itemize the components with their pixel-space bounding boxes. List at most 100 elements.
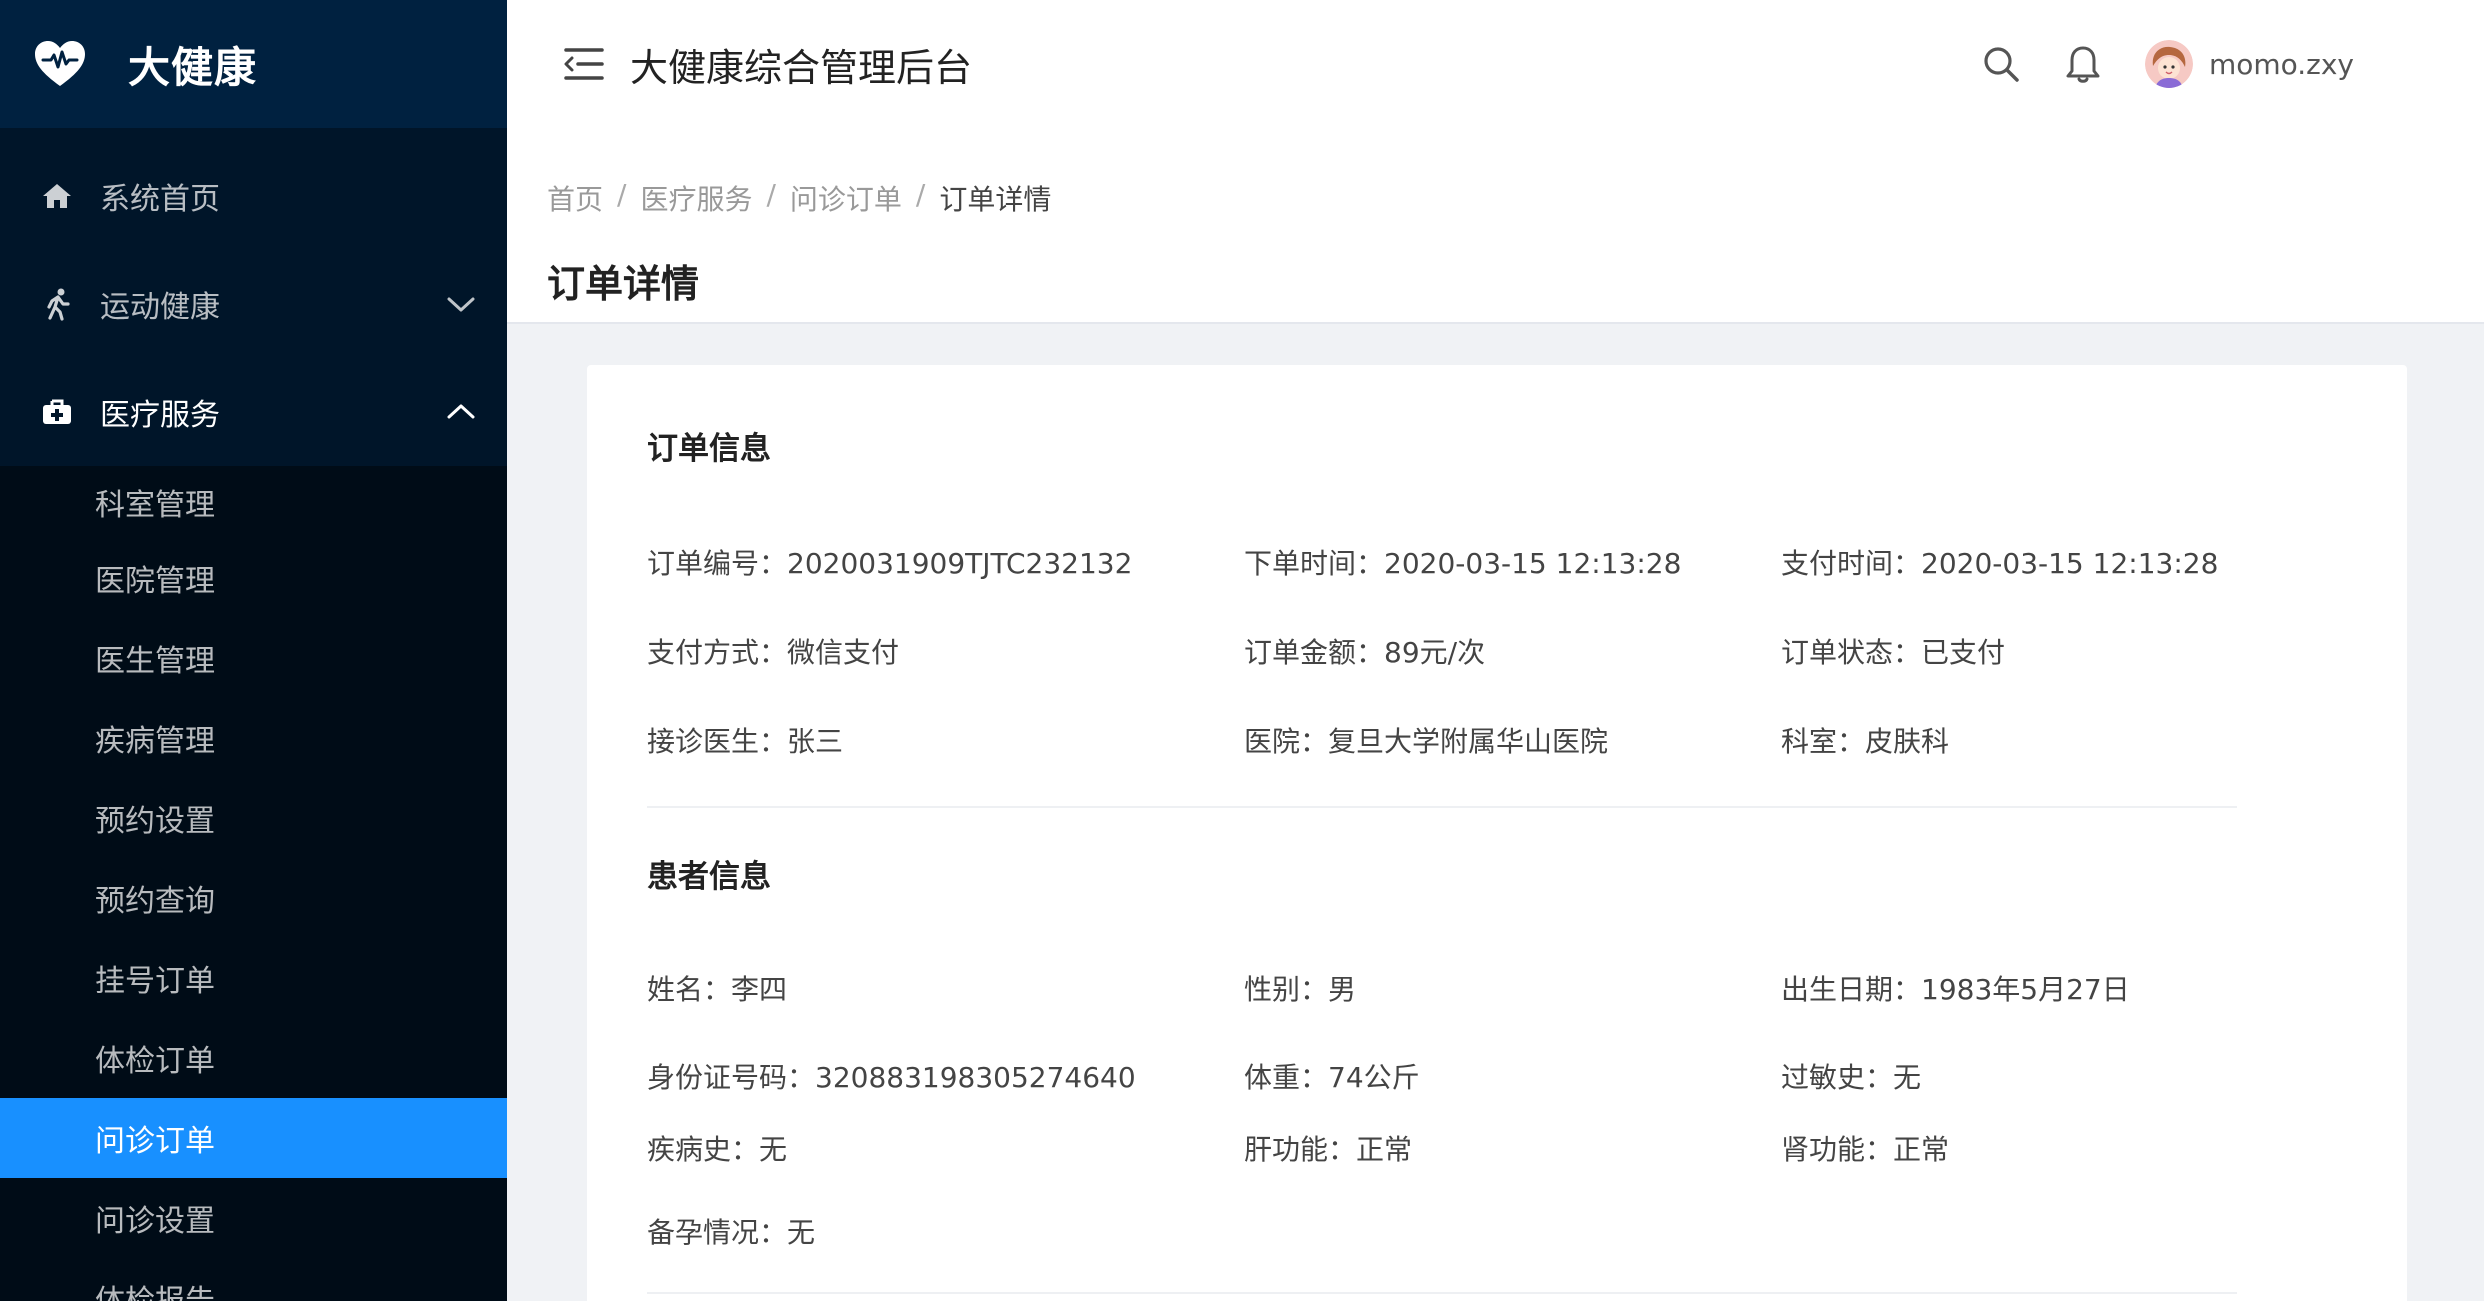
- sidebar-item-home[interactable]: 系统首页: [0, 142, 507, 250]
- medical-kit-icon: [43, 399, 71, 424]
- id-number-field: 身份证号码：320883198305274640: [647, 1056, 1136, 1096]
- breadcrumb-separator: /: [766, 178, 776, 211]
- sidebar-subitem-label: 医生管理: [95, 644, 215, 679]
- sidebar-subitem-label: 疾病管理: [95, 724, 215, 759]
- header-actions: momo.zxy: [1981, 0, 2484, 128]
- sidebar-item-sports-health[interactable]: 运动健康: [0, 250, 507, 358]
- order-amount-field: 订单金额：89元/次: [1244, 631, 1485, 671]
- order-detail-card: 订单信息 订单编号：2020031909TJTC232132 下单时间：2020…: [587, 365, 2407, 1301]
- sidebar-subitem-hospital[interactable]: 医院管理: [0, 538, 507, 618]
- field-label: 肝功能：: [1244, 1133, 1357, 1166]
- order-time-field: 下单时间：2020-03-15 12:13:28: [1244, 542, 1681, 582]
- sidebar-subitem-label: 医院管理: [95, 564, 215, 599]
- sidebar-item-medical-service[interactable]: 医疗服务: [0, 358, 507, 466]
- field-value: 89元/次: [1384, 636, 1486, 669]
- order-status-field: 订单状态：已支付: [1781, 631, 2005, 671]
- sidebar-item-label: 系统首页: [100, 182, 220, 217]
- section-divider: [647, 806, 2237, 808]
- sidebar-subitem-appointment-settings[interactable]: 预约设置: [0, 778, 507, 858]
- pregnancy-prep-field: 备孕情况：无: [647, 1211, 815, 1251]
- field-value: 男: [1328, 973, 1357, 1006]
- sidebar-subitem-label: 科室管理: [95, 488, 215, 523]
- avatar-image: [2144, 40, 2193, 88]
- sidebar-subitem-disease[interactable]: 疾病管理: [0, 698, 507, 778]
- brand[interactable]: 大健康: [0, 0, 507, 128]
- field-value: 无: [787, 1216, 816, 1249]
- home-icon: [43, 184, 71, 208]
- field-value: 无: [1893, 1061, 1922, 1094]
- field-value: 1983年5月27日: [1921, 973, 2130, 1006]
- field-label: 性别：: [1244, 973, 1329, 1006]
- field-label: 订单编号：: [647, 547, 788, 580]
- order-number-field: 订单编号：2020031909TJTC232132: [647, 542, 1132, 582]
- field-label: 姓名：: [647, 973, 732, 1006]
- sidebar-subitem-label: 问诊订单: [95, 1124, 215, 1159]
- field-label: 出生日期：: [1781, 973, 1922, 1006]
- field-label: 支付方式：: [647, 636, 788, 669]
- sidebar-item-label: 运动健康: [100, 290, 220, 325]
- sidebar-subitem-appointment-query[interactable]: 预约查询: [0, 858, 507, 938]
- patient-info-title: 患者信息: [647, 859, 771, 895]
- sidebar-subitem-consultation-orders[interactable]: 问诊订单: [0, 1098, 507, 1178]
- field-label: 备孕情况：: [647, 1216, 788, 1249]
- patient-name-field: 姓名：李四: [647, 968, 787, 1008]
- breadcrumb: 首页 / 医疗服务 / 问诊订单 / 订单详情: [547, 178, 1051, 218]
- sidebar-subitem-checkup-orders[interactable]: 体检订单: [0, 1018, 507, 1098]
- avatar[interactable]: [2144, 40, 2193, 88]
- field-label: 疾病史：: [647, 1133, 760, 1166]
- field-value: 2020031909TJTC232132: [787, 547, 1133, 580]
- page-title: 订单详情: [547, 262, 700, 306]
- field-label: 体重：: [1244, 1061, 1329, 1094]
- sidebar-subitem-checkup-reports[interactable]: 体检报告: [0, 1258, 507, 1301]
- department-field: 科室：皮肤科: [1781, 720, 1949, 760]
- sidebar: 大健康 系统首页 运动健康 医疗服务 科室管理 医院管理 医生管理 疾病管理 预…: [0, 0, 507, 1301]
- page-header: 首页 / 医疗服务 / 问诊订单 / 订单详情 订单详情: [507, 128, 2484, 324]
- sidebar-subitem-label: 挂号订单: [95, 964, 215, 999]
- running-icon: [47, 288, 70, 321]
- medical-service-submenu: 科室管理 医院管理 医生管理 疾病管理 预约设置 预约查询 挂号订单 体检订单 …: [0, 466, 507, 1301]
- search-icon[interactable]: [1981, 44, 2021, 84]
- field-label: 医院：: [1244, 725, 1329, 758]
- field-value: 张三: [787, 725, 844, 758]
- brand-name: 大健康: [128, 42, 258, 92]
- field-label: 下单时间：: [1244, 547, 1385, 580]
- bell-icon[interactable]: [2063, 44, 2103, 84]
- sidebar-subitem-label: 预约查询: [95, 884, 215, 919]
- app-title: 大健康综合管理后台: [630, 45, 973, 90]
- sidebar-subitem-consultation-settings[interactable]: 问诊设置: [0, 1178, 507, 1258]
- field-value: 74公斤: [1328, 1061, 1420, 1094]
- sidebar-subitem-label: 问诊设置: [95, 1204, 215, 1239]
- field-label: 肾功能：: [1781, 1133, 1894, 1166]
- sidebar-subitem-department[interactable]: 科室管理: [0, 466, 507, 538]
- sidebar-subitem-registration-orders[interactable]: 挂号订单: [0, 938, 507, 1018]
- sidebar-item-label: 医疗服务: [100, 398, 220, 433]
- sidebar-subitem-label: 体检订单: [95, 1044, 215, 1079]
- doctor-field: 接诊医生：张三: [647, 720, 843, 760]
- username[interactable]: momo.zxy: [2209, 48, 2354, 81]
- payment-time-field: 支付时间：2020-03-15 12:13:28: [1781, 542, 2218, 582]
- field-label: 订单状态：: [1781, 636, 1922, 669]
- breadcrumb-separator: /: [915, 178, 926, 211]
- field-label: 订单金额：: [1244, 636, 1385, 669]
- chevron-down-icon: [447, 297, 475, 312]
- breadcrumb-medical-service[interactable]: 医疗服务: [640, 178, 752, 218]
- field-value: 微信支付: [787, 636, 900, 669]
- weight-field: 体重：74公斤: [1244, 1056, 1420, 1096]
- field-label: 科室：: [1781, 725, 1866, 758]
- liver-function-field: 肝功能：正常: [1244, 1128, 1412, 1168]
- breadcrumb-consultation-orders[interactable]: 问诊订单: [790, 178, 902, 218]
- field-value: 正常: [1356, 1133, 1413, 1166]
- sidebar-subitem-doctor[interactable]: 医生管理: [0, 618, 507, 698]
- field-value: 已支付: [1921, 636, 2006, 669]
- field-value: 2020-03-15 12:13:28: [1384, 547, 1682, 580]
- field-value: 复旦大学附属华山医院: [1328, 725, 1609, 758]
- disease-history-field: 疾病史：无: [647, 1128, 787, 1168]
- field-label: 身份证号码：: [647, 1061, 816, 1094]
- sidebar-subitem-label: 预约设置: [95, 804, 215, 839]
- top-header: 大健康综合管理后台 momo.zxy: [507, 0, 2484, 128]
- menu-fold-icon[interactable]: [562, 44, 606, 84]
- breadcrumb-home[interactable]: 首页: [547, 178, 603, 218]
- field-value: 320883198305274640: [815, 1061, 1136, 1094]
- field-value: 皮肤科: [1865, 725, 1950, 758]
- allergy-history-field: 过敏史：无: [1781, 1056, 1921, 1096]
